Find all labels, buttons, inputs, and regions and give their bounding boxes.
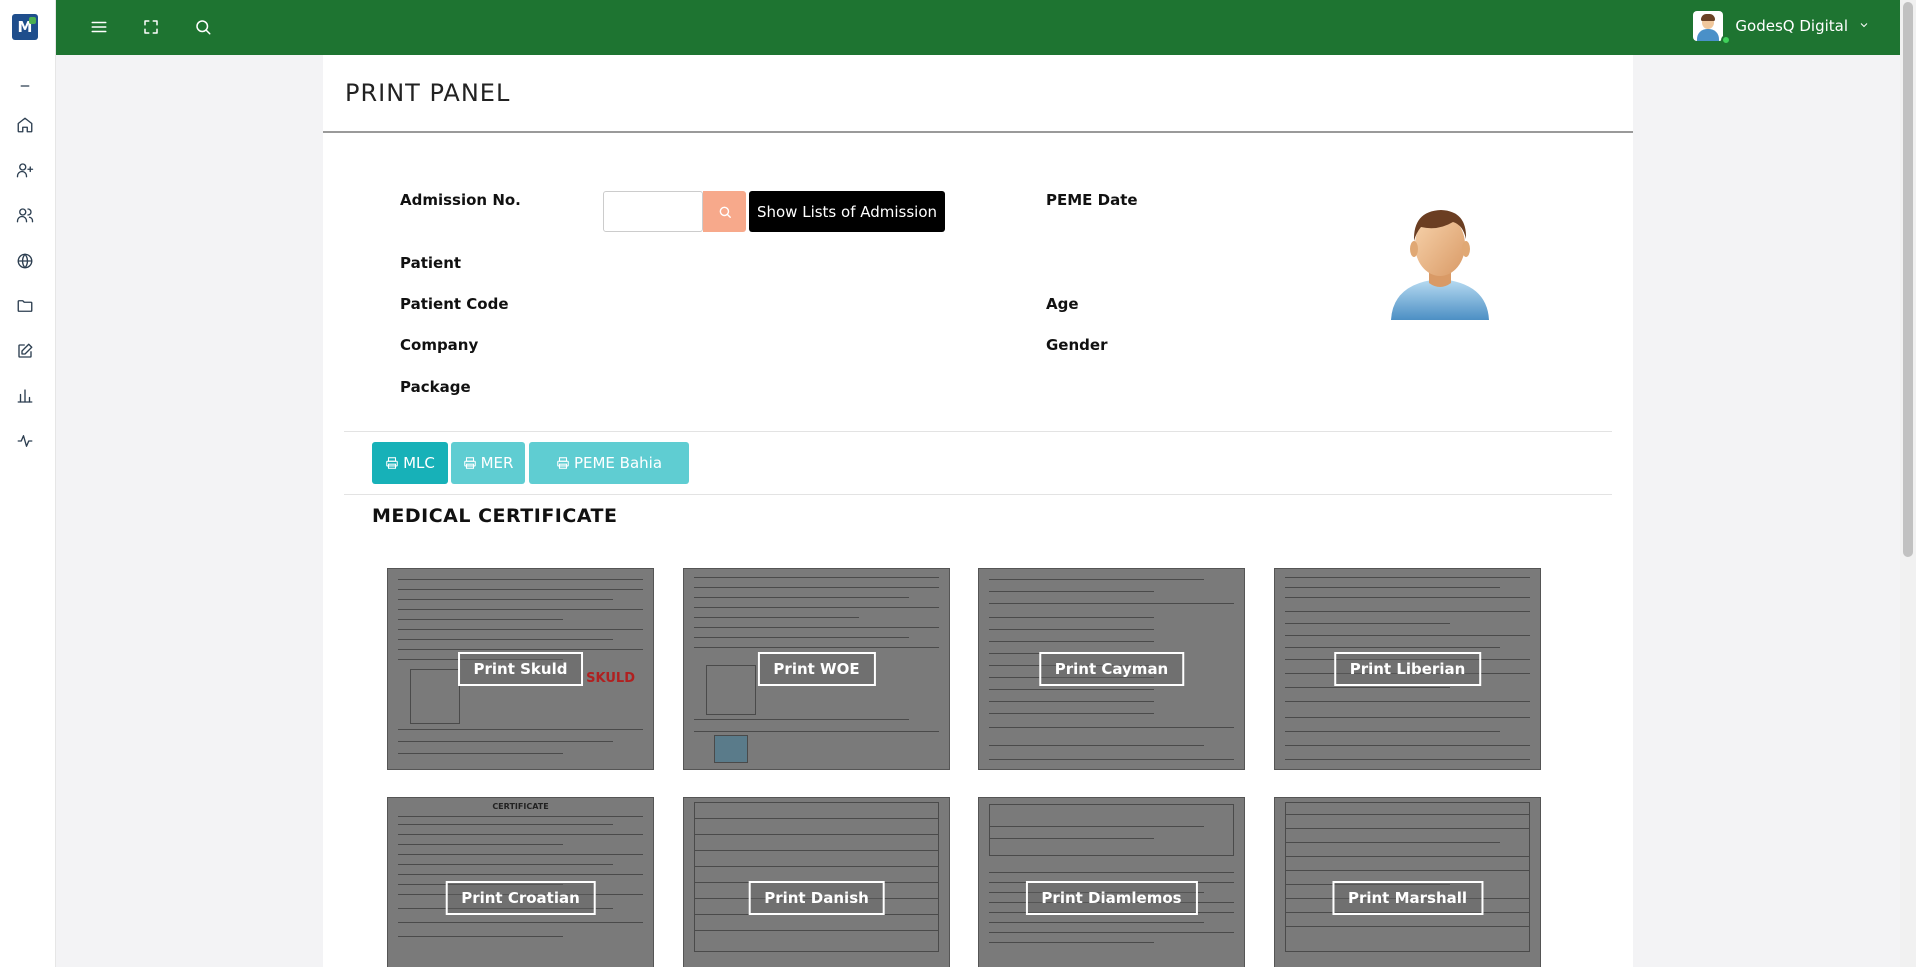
admission-search-button[interactable] xyxy=(703,191,746,232)
sidebar-item-activity[interactable] xyxy=(14,430,36,452)
print-peme-bahia-button[interactable]: PEME Bahia xyxy=(529,442,689,484)
package-label: Package xyxy=(400,378,471,396)
search-icon xyxy=(719,206,731,218)
card-label: Print Skuld xyxy=(457,652,584,686)
user-menu[interactable]: GodesQ Digital xyxy=(1693,11,1870,45)
fullscreen-icon xyxy=(144,20,158,34)
print-woe-card[interactable]: Print WOE xyxy=(683,568,950,770)
sidebar-item-reports[interactable] xyxy=(14,385,36,407)
skuld-logo: SKULD xyxy=(586,671,635,686)
section-divider xyxy=(344,431,1612,432)
sidebar-item-edit[interactable] xyxy=(14,340,36,362)
show-lists-button[interactable]: Show Lists of Admission xyxy=(749,191,945,232)
gender-label: Gender xyxy=(1046,336,1108,354)
sidebar-item-patients[interactable] xyxy=(14,204,36,226)
section-title: MEDICAL CERTIFICATE xyxy=(372,505,618,527)
top-bar: GodesQ Digital xyxy=(56,0,1900,55)
minus-icon xyxy=(20,85,30,87)
edit-icon xyxy=(18,343,33,358)
card-label: Print Marshall xyxy=(1331,881,1484,915)
card-label: Print Croatian xyxy=(445,881,596,915)
print-skuld-card[interactable]: SKULD Print Skuld xyxy=(387,568,654,770)
page-title: PRINT PANEL xyxy=(345,79,511,107)
page-scrollbar[interactable] xyxy=(1900,0,1916,967)
sidebar-item-globe[interactable] xyxy=(14,250,36,272)
card-label: Print Diamlemos xyxy=(1025,881,1198,915)
sidebar-item-folder[interactable] xyxy=(14,295,36,317)
sidebar-item-home[interactable] xyxy=(14,114,36,136)
fullscreen-button[interactable] xyxy=(138,14,164,40)
card-label: Print Liberian xyxy=(1333,652,1482,686)
scrollbar-thumb[interactable] xyxy=(1903,2,1913,557)
section-divider xyxy=(344,494,1612,495)
chevron-down-icon xyxy=(1858,17,1870,35)
sidebar: M xyxy=(0,0,56,967)
globe-icon xyxy=(17,253,33,269)
age-label: Age xyxy=(1046,295,1079,313)
menu-toggle-button[interactable] xyxy=(86,14,112,40)
online-status-indicator xyxy=(1721,35,1732,45)
bar-chart-icon xyxy=(17,389,33,403)
folder-icon xyxy=(17,300,33,312)
print-cayman-card[interactable]: Print Cayman xyxy=(978,568,1245,770)
print-diamlemos-card[interactable]: Print Diamlemos xyxy=(978,797,1245,967)
print-mer-button[interactable]: MER xyxy=(451,442,525,484)
patient-code-label: Patient Code xyxy=(400,295,509,313)
sidebar-item-add-patient[interactable] xyxy=(14,159,36,181)
top-search-button[interactable] xyxy=(190,14,216,40)
user-name: GodesQ Digital xyxy=(1735,17,1848,35)
card-label: Print Danish xyxy=(748,881,885,915)
patient-label: Patient xyxy=(400,254,462,272)
printer-icon xyxy=(463,457,476,469)
printer-icon xyxy=(557,457,569,469)
sidebar-item-collapse[interactable] xyxy=(14,75,36,97)
users-icon xyxy=(16,208,34,223)
print-panel: PRINT PANEL Admission No. Show Lists of … xyxy=(323,55,1633,967)
admission-no-input[interactable] xyxy=(603,191,703,232)
patient-photo xyxy=(1391,210,1489,320)
admission-no-label: Admission No. xyxy=(400,191,521,209)
home-icon xyxy=(17,117,33,133)
card-label: Print WOE xyxy=(757,652,876,686)
search-icon xyxy=(196,20,211,35)
avatar xyxy=(1693,11,1724,41)
print-marshall-card[interactable]: Print Marshall xyxy=(1274,797,1541,967)
menu-icon xyxy=(91,21,107,33)
company-label: Company xyxy=(400,336,479,354)
activity-icon xyxy=(17,435,33,447)
app-logo[interactable]: M xyxy=(12,14,38,40)
print-croatian-card[interactable]: CERTIFICATE Print Croatian xyxy=(387,797,654,967)
user-plus-icon xyxy=(16,163,34,178)
title-divider xyxy=(323,131,1633,133)
peme-date-label: PEME Date xyxy=(1046,191,1138,209)
printer-icon xyxy=(386,457,398,469)
card-label: Print Cayman xyxy=(1038,652,1185,686)
print-mlc-button[interactable]: MLC xyxy=(372,442,448,484)
certificate-heading: CERTIFICATE xyxy=(492,802,549,811)
print-liberian-card[interactable]: Print Liberian xyxy=(1274,568,1541,770)
print-danish-card[interactable]: Print Danish xyxy=(683,797,950,967)
